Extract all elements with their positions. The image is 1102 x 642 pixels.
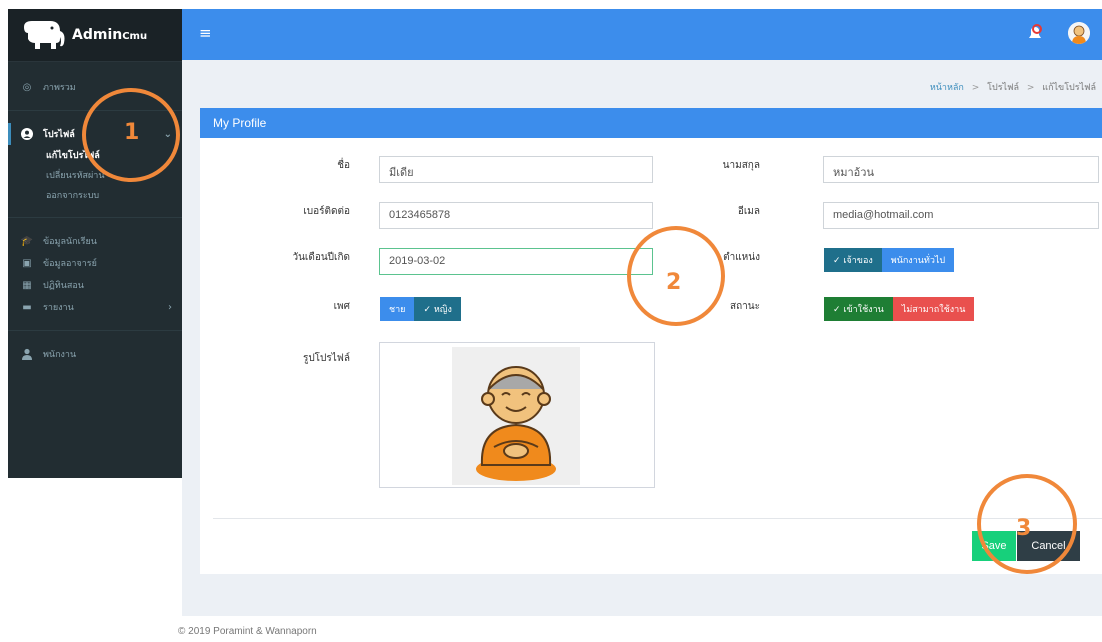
footer-copyright: © 2019 Poramint & Wannaporn — [178, 626, 317, 637]
sidebar-subitem-logout[interactable]: ออกจากระบบ — [8, 185, 182, 205]
first-name-field[interactable]: มีเดีย — [379, 156, 653, 183]
status-active-button[interactable]: ✓ เข้าใช้งาน — [824, 297, 893, 321]
page: AdminCmu ◎ ภาพรวม โปรไฟล์ ⌄ แก้ไขโปรไฟล์… — [0, 0, 1102, 642]
sidebar-item-calendar[interactable]: ▦ ปฏิทินสอน — [8, 274, 182, 296]
phone-label: เบอร์ติดต่อ — [303, 206, 350, 217]
user-icon — [21, 348, 33, 360]
gender-female-button[interactable]: ✓ หญิง — [414, 297, 461, 321]
divider — [8, 330, 182, 331]
chevron-right-icon: › — [168, 301, 172, 313]
sidebar-item-label: ปฏิทินสอน — [43, 281, 84, 291]
gender-label: เพศ — [333, 301, 350, 312]
annotation-number-3: 3 — [1016, 516, 1032, 541]
sidebar: AdminCmu ◎ ภาพรวม โปรไฟล์ ⌄ แก้ไขโปรไฟล์… — [8, 9, 182, 478]
gender-male-button[interactable]: ชาย — [380, 297, 415, 321]
profile-box-title: My Profile — [200, 108, 1102, 138]
last-name-field[interactable]: หมาอ้วน — [823, 156, 1099, 183]
profile-box: My Profile ชื่อ มีเดีย นามสกุล หมาอ้วน เ… — [200, 108, 1102, 574]
monk-illustration-icon — [476, 366, 556, 481]
id-card-icon: ▣ — [22, 257, 32, 269]
birthdate-field[interactable]: 2019-03-02 — [379, 248, 653, 275]
sidebar-item-label: ข้อมูลนักเรียน — [43, 237, 97, 247]
email-field[interactable]: media@hotmail.com — [823, 202, 1099, 229]
user-avatar[interactable] — [1068, 22, 1090, 44]
position-staff-button[interactable]: พนักงานทั่วไป — [881, 248, 955, 272]
report-icon: ▬ — [22, 301, 32, 313]
phone-field[interactable]: 0123465878 — [379, 202, 653, 229]
sidebar-subitem-label: เปลี่ยนรหัสผ่าน — [46, 171, 105, 181]
bell-icon[interactable] — [1026, 24, 1044, 42]
breadcrumb-separator: > — [971, 83, 980, 93]
sidebar-item-label: โปรไฟล์ — [43, 130, 75, 140]
form-divider — [213, 518, 1102, 519]
brand-title: AdminCmu — [72, 27, 148, 43]
breadcrumb-current: แก้ไขโปรไฟล์ — [1042, 83, 1096, 93]
annotation-number-2: 2 — [666, 270, 682, 295]
position-owner-button[interactable]: ✓ เจ้าของ — [824, 248, 882, 272]
sidebar-item-teachers[interactable]: ▣ ข้อมูลอาจารย์ — [8, 252, 182, 274]
elephant-logo-icon — [24, 21, 65, 49]
sidebar-item-students[interactable]: 🎓 ข้อมูลนักเรียน — [8, 230, 182, 252]
breadcrumb-separator: > — [1026, 83, 1035, 93]
status-inactive-button[interactable]: ไม่สามาถใช้งาน — [892, 297, 975, 321]
gender-toggle: ชาย ✓ หญิง — [380, 297, 461, 321]
graduation-cap-icon: 🎓 — [20, 235, 34, 247]
main-content: หน้าหลัก > โปรไฟล์ > แก้ไขโปรไฟล์ My Pro… — [182, 60, 1102, 616]
annotation-number-1: 1 — [124, 120, 140, 145]
profile-photo — [452, 347, 580, 485]
sidebar-item-label: ข้อมูลอาจารย์ — [43, 259, 97, 269]
dashboard-icon: ◎ — [22, 81, 32, 93]
sidebar-item-reports[interactable]: ▬ รายงาน › — [8, 296, 182, 318]
position-toggle: ✓ เจ้าของ พนักงานทั่วไป — [824, 248, 955, 272]
breadcrumb: หน้าหลัก > โปรไฟล์ > แก้ไขโปรไฟล์ — [930, 80, 1096, 94]
email-label: อีเมล — [737, 206, 760, 217]
first-name-label: ชื่อ — [337, 160, 350, 171]
topbar: ≡ — [182, 9, 1102, 60]
photo-label: รูปโปรไฟล์ — [302, 353, 350, 364]
monk-avatar-icon — [1068, 22, 1090, 44]
breadcrumb-home[interactable]: หน้าหลัก — [930, 83, 964, 93]
sidebar-item-staff[interactable]: พนักงาน — [8, 343, 182, 365]
sidebar-item-label: รายงาน — [43, 303, 74, 313]
hamburger-icon[interactable]: ≡ — [199, 26, 212, 41]
profile-photo-frame[interactable] — [379, 342, 655, 488]
sidebar-item-label: พนักงาน — [43, 350, 77, 360]
user-circle-icon — [21, 128, 33, 140]
birthdate-label: วันเดือนปีเกิด — [292, 252, 350, 263]
last-name-label: นามสกุล — [722, 160, 760, 171]
status-toggle: ✓ เข้าใช้งาน ไม่สามาถใช้งาน — [824, 297, 975, 321]
sidebar-subitem-label: ออกจากระบบ — [46, 191, 100, 201]
sidebar-item-label: ภาพรวม — [43, 83, 76, 93]
calendar-icon: ▦ — [22, 279, 32, 291]
breadcrumb-profile[interactable]: โปรไฟล์ — [987, 83, 1019, 93]
brand[interactable]: AdminCmu — [8, 9, 182, 62]
divider — [8, 217, 182, 218]
